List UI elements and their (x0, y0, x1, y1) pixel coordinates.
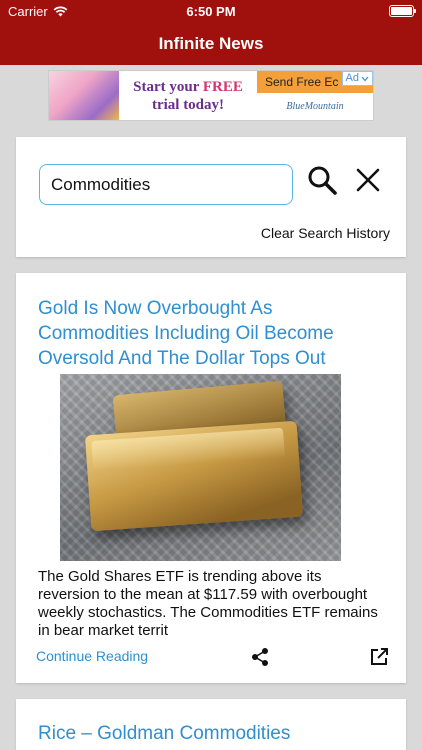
article-card-next: Rice – Goldman Commodities (16, 699, 406, 750)
clear-search-button[interactable] (351, 163, 385, 197)
search-card: Clear Search History (16, 137, 406, 257)
ad-chip-label: Ad (345, 72, 359, 84)
open-external-icon (371, 648, 388, 665)
ad-promo-prefix: Start your (133, 78, 203, 95)
share-icon (252, 648, 268, 666)
search-input[interactable] (39, 164, 293, 205)
share-button[interactable] (244, 643, 276, 671)
ad-promo-suffix: trial today! (151, 96, 225, 113)
search-button[interactable] (305, 163, 339, 197)
clear-search-history-link[interactable]: Clear Search History (261, 225, 390, 241)
ad-banner[interactable]: Start your FREE trial today! Send Free E… (48, 70, 374, 121)
chevron-down-icon (361, 76, 369, 81)
article-image[interactable] (60, 374, 341, 561)
gold-bar-front (84, 420, 304, 532)
article-headline[interactable]: Gold Is Now Overbought As Commodities In… (38, 296, 388, 371)
ad-promo-text: Start your FREE trial today! (119, 71, 257, 120)
continue-reading-link[interactable]: Continue Reading (36, 648, 148, 664)
app-header: Carrier 6:50 PM Infinite News (0, 0, 422, 65)
battery-icon (389, 5, 416, 17)
article-card: Gold Is Now Overbought As Commodities In… (16, 273, 406, 683)
article-summary: The Gold Shares ETF is trending above it… (38, 568, 378, 639)
status-time: 6:50 PM (186, 4, 236, 19)
status-bar: Carrier 6:50 PM (0, 0, 422, 22)
search-icon (308, 166, 337, 195)
page-title: Infinite News (158, 34, 264, 53)
ad-promo-highlight: FREE (202, 78, 243, 95)
ad-brand-logo: BlueMountain (286, 101, 344, 112)
article-headline[interactable]: Rice – Goldman Commodities (38, 723, 290, 745)
ad-choices-chip[interactable]: Ad (341, 71, 373, 86)
close-icon (356, 168, 380, 192)
open-in-browser-button[interactable] (363, 643, 395, 671)
ad-artwork (49, 71, 119, 120)
